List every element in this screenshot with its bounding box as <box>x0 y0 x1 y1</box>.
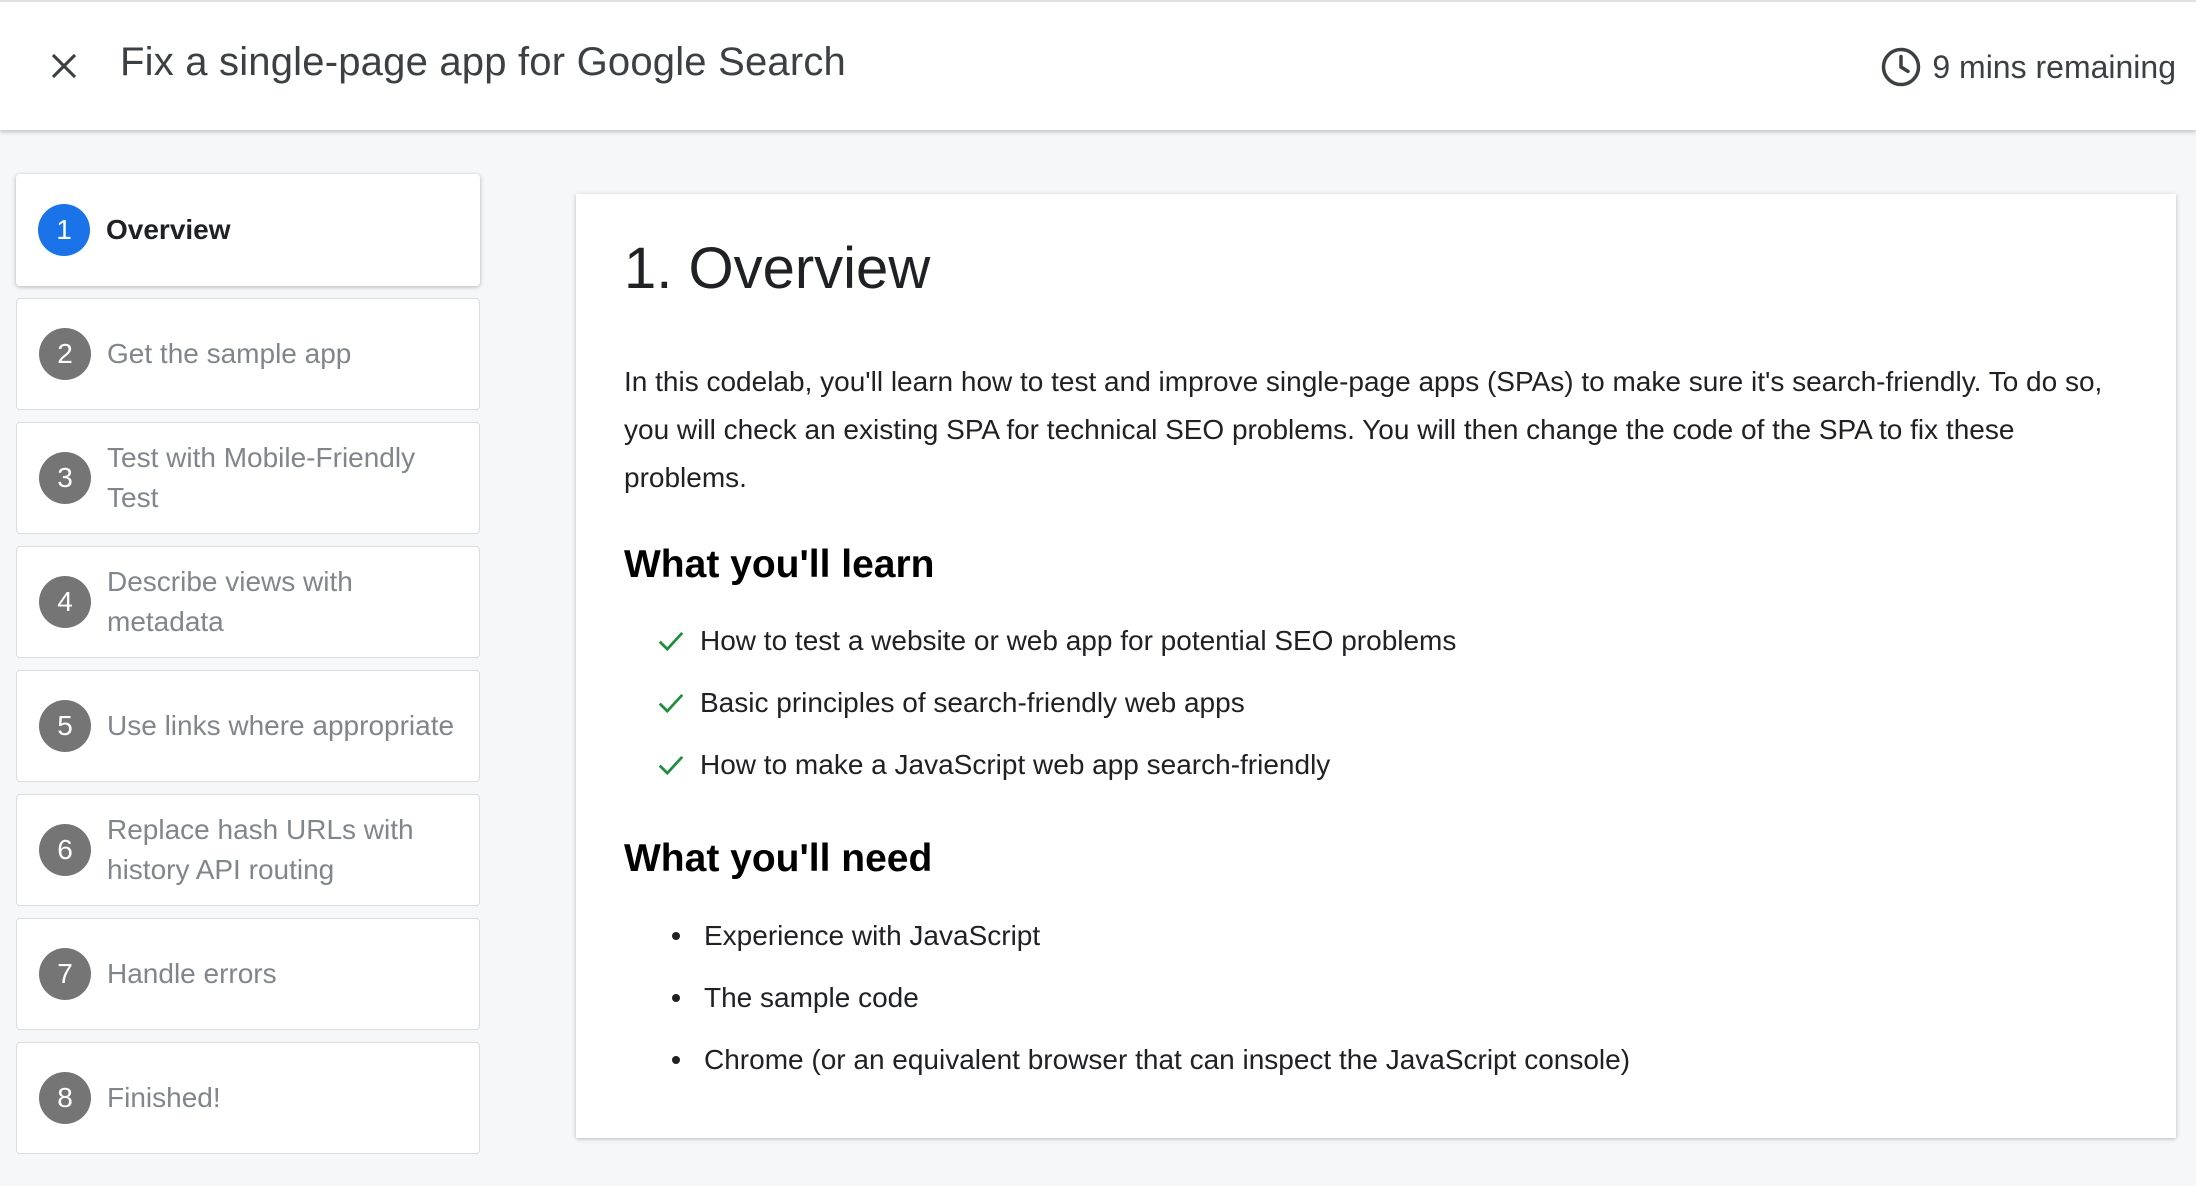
bullet-icon <box>672 994 680 1003</box>
step-content-card: 1. Overview In this codelab, you'll lear… <box>576 194 2176 1138</box>
check-icon <box>658 632 684 652</box>
learn-item-text: How to test a website or web app for pot… <box>700 625 1457 657</box>
step-number-badge: 8 <box>39 1072 91 1124</box>
step-label: Handle errors <box>107 958 277 989</box>
need-item: Experience with JavaScript <box>624 905 2128 967</box>
need-item-text: Chrome (or an equivalent browser that ca… <box>704 1044 1631 1076</box>
step-label: Test with Mobile-Friendly Test <box>107 442 416 513</box>
step-number-badge: 6 <box>39 824 91 876</box>
step-use-links[interactable]: 5 Use links where appropriate <box>16 670 480 782</box>
step-replace-hash-urls[interactable]: 6 Replace hash URLs with history API rou… <box>16 794 480 906</box>
time-remaining: 9 mins remaining <box>1880 46 2176 88</box>
step-label: Replace hash URLs with history API routi… <box>107 814 414 885</box>
step-number-badge: 5 <box>39 700 91 752</box>
intro-paragraph: In this codelab, you'll learn how to tes… <box>624 365 2103 493</box>
clock-icon <box>1882 47 1921 87</box>
check-icon <box>658 694 684 714</box>
page-title: Fix a single-page app for Google Search <box>120 40 847 84</box>
step-heading: 1. Overview <box>624 236 931 301</box>
step-label: Overview <box>106 214 231 245</box>
step-number-badge: 2 <box>39 328 91 380</box>
need-heading: What you'll need <box>624 837 933 881</box>
step-label: Get the sample app <box>107 338 352 369</box>
learn-item-text: How to make a JavaScript web app search-… <box>700 749 1331 781</box>
learn-heading: What you'll learn <box>624 542 935 586</box>
step-overview[interactable]: 1 Overview <box>16 174 480 286</box>
bullet-icon <box>672 932 680 941</box>
step-number-badge: 4 <box>39 576 91 628</box>
learn-list: How to test a website or web app for pot… <box>624 610 2128 796</box>
learn-item-text: Basic principles of search-friendly web … <box>700 687 1245 719</box>
close-button[interactable] <box>36 38 92 94</box>
step-number-badge: 7 <box>39 948 91 1000</box>
step-label: Finished! <box>107 1082 221 1113</box>
step-list: 1 Overview 2 Get the sample app 3 Test w… <box>16 174 480 1166</box>
learn-item: How to test a website or web app for pot… <box>624 610 2128 672</box>
top-bar: Fix a single-page app for Google Search … <box>0 0 2196 130</box>
close-icon <box>51 53 77 79</box>
learn-item: Basic principles of search-friendly web … <box>624 672 2128 734</box>
step-handle-errors[interactable]: 7 Handle errors <box>16 918 480 1030</box>
step-finished[interactable]: 8 Finished! <box>16 1042 480 1154</box>
step-describe-views[interactable]: 4 Describe views with metadata <box>16 546 480 658</box>
need-item: Chrome (or an equivalent browser that ca… <box>624 1029 2128 1091</box>
step-get-sample-app[interactable]: 2 Get the sample app <box>16 298 480 410</box>
time-remaining-text: 9 mins remaining <box>1932 48 2176 85</box>
need-list: Experience with JavaScript The sample co… <box>624 905 2128 1091</box>
need-item-text: The sample code <box>704 982 919 1014</box>
step-number-badge: 1 <box>38 204 90 256</box>
step-label: Describe views with metadata <box>107 566 353 637</box>
bullet-icon <box>672 1056 680 1065</box>
step-test-mobile-friendly[interactable]: 3 Test with Mobile-Friendly Test <box>16 422 480 534</box>
check-icon <box>658 756 684 776</box>
need-item: The sample code <box>624 967 2128 1029</box>
step-number-badge: 3 <box>39 452 91 504</box>
need-item-text: Experience with JavaScript <box>704 920 1041 952</box>
step-label: Use links where appropriate <box>107 710 455 741</box>
learn-item: How to make a JavaScript web app search-… <box>624 734 2128 796</box>
